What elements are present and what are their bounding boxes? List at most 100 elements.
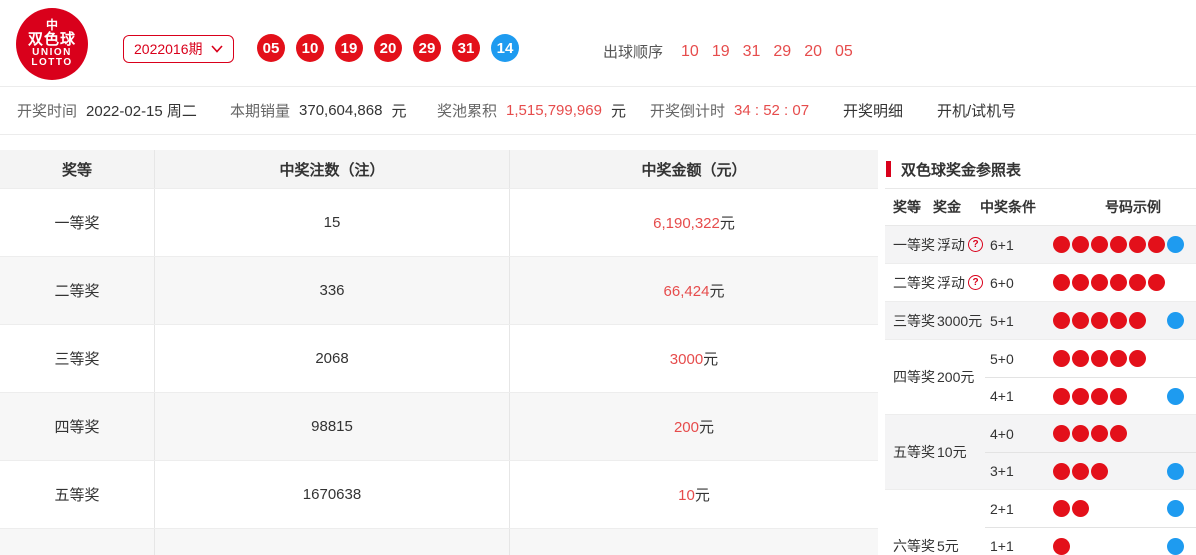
table-row: 四等奖98815200元 (0, 393, 878, 461)
sample-balls (1031, 425, 1196, 442)
blue-ball-sample (1167, 500, 1184, 517)
period-selector[interactable]: 2022016期 (123, 35, 234, 63)
red-ball-sample (1110, 425, 1127, 442)
union-lotto-logo: 中 双色球 UNION LOTTO (16, 8, 88, 80)
red-ball-sample (1072, 236, 1089, 253)
tier-cell: 三等奖 (0, 325, 155, 392)
draw-detail-link[interactable]: 开奖明细 (843, 87, 903, 134)
sales: 本期销量 370,604,868 元 (230, 87, 406, 134)
results-table-body: 一等奖156,190,322元二等奖33666,424元三等奖20683000元… (0, 189, 878, 529)
red-ball-sample (1091, 388, 1108, 405)
machine-test-link[interactable]: 开机/试机号 (937, 87, 1016, 134)
win-condition: 3+1 (985, 463, 1031, 479)
win-condition: 5+1 (985, 313, 1031, 329)
reference-group: 三等奖3000元5+1 (885, 302, 1196, 340)
red-ball: 19 (335, 34, 363, 62)
draw-time: 开奖时间 2022-02-15 周二 (17, 87, 197, 134)
red-ball-sample (1053, 538, 1070, 555)
ref-subrow: 6+0 (985, 264, 1196, 301)
col-header-tier: 奖等 (0, 150, 155, 188)
tier-cell: 一等奖 (0, 189, 155, 256)
red-ball-sample (1091, 425, 1108, 442)
ref-subrow: 5+0 (985, 340, 1196, 377)
amount-cell: 66,424元 (510, 257, 878, 324)
blue-ball-sample (1167, 463, 1184, 480)
ref-tier-label: 一等奖 (885, 235, 937, 255)
reference-group: 一等奖浮动?6+1 (885, 226, 1196, 264)
red-ball-sample (1053, 463, 1070, 480)
sample-balls (1031, 350, 1196, 367)
ref-tier-label: 二等奖 (885, 273, 937, 293)
red-accent-bar (886, 161, 891, 177)
ref-col-condition: 中奖条件 (980, 197, 1070, 217)
red-ball-sample (1129, 312, 1146, 329)
sample-balls (1031, 463, 1196, 480)
ref-subrow: 1+1 (985, 527, 1196, 555)
win-condition: 4+1 (985, 388, 1031, 404)
drawn-balls: 05101920293114 (257, 34, 519, 62)
win-condition: 1+1 (985, 538, 1031, 554)
red-ball-sample (1091, 236, 1108, 253)
table-row: 一等奖156,190,322元 (0, 189, 878, 257)
question-mark-icon[interactable]: ? (968, 275, 983, 290)
sample-balls (1031, 274, 1196, 291)
sample-balls (1031, 236, 1196, 253)
amount-cell: 200元 (510, 393, 878, 460)
ref-tier-label: 三等奖 (885, 311, 937, 331)
ref-subrow: 4+0 (985, 415, 1196, 452)
results-table-header: 奖等 中奖注数（注） 中奖金额（元） (0, 150, 878, 189)
sample-balls (1031, 312, 1196, 329)
ref-subrow: 6+1 (985, 226, 1196, 263)
blue-ball-sample (1167, 538, 1184, 555)
red-ball-sample (1072, 463, 1089, 480)
red-ball-sample (1091, 312, 1108, 329)
red-ball: 31 (452, 34, 480, 62)
ref-prize-label: 5元 (937, 536, 959, 555)
blue-ball-sample (1167, 312, 1184, 329)
reference-group: 五等奖10元4+03+1 (885, 415, 1196, 490)
red-ball-sample (1072, 274, 1089, 291)
red-ball-sample (1072, 350, 1089, 367)
ref-tier-label: 四等奖 (885, 367, 937, 387)
blue-ball-sample (1167, 388, 1184, 405)
win-condition: 5+0 (985, 351, 1031, 367)
win-condition: 6+0 (985, 275, 1031, 291)
draw-order-number: 20 (804, 43, 822, 61)
tier-cell: 二等奖 (0, 257, 155, 324)
red-ball-sample (1148, 236, 1165, 253)
sample-balls (1031, 500, 1196, 517)
red-ball-sample (1110, 388, 1127, 405)
win-condition: 2+1 (985, 501, 1031, 517)
count-cell: 15 (155, 189, 510, 256)
red-ball-sample (1129, 350, 1146, 367)
ref-subrow: 3+1 (985, 452, 1196, 489)
countdown: 开奖倒计时 34 : 52 : 07 (650, 87, 809, 134)
reference-group: 四等奖200元5+04+1 (885, 340, 1196, 415)
red-ball-sample (1072, 425, 1089, 442)
ref-prize-label: 浮动? (937, 235, 983, 255)
period-selector-value: 2022016期 (134, 39, 203, 59)
logo-subtitle-2: LOTTO (31, 58, 72, 69)
win-condition: 4+0 (985, 426, 1031, 442)
ref-subrow: 4+1 (985, 377, 1196, 414)
red-ball-sample (1072, 500, 1089, 517)
win-condition: 6+1 (985, 237, 1031, 253)
table-row: 五等奖167063810元 (0, 461, 878, 529)
draw-order-numbers: 101931292005 (681, 43, 853, 61)
sample-balls (1031, 538, 1196, 555)
info-bar: 开奖时间 2022-02-15 周二 本期销量 370,604,868 元 奖池… (0, 86, 1196, 135)
question-mark-icon[interactable]: ? (968, 237, 983, 252)
ref-prize-label: 浮动? (937, 273, 983, 293)
table-row: 三等奖20683000元 (0, 325, 878, 393)
amount-cell: 6,190,322元 (510, 189, 878, 256)
red-ball-sample (1091, 463, 1108, 480)
amount-cell: 3000元 (510, 325, 878, 392)
table-row-partial (0, 529, 878, 555)
red-ball-sample (1148, 274, 1165, 291)
red-ball: 29 (413, 34, 441, 62)
ref-col-tier: 奖等 (885, 197, 933, 217)
red-ball-sample (1053, 312, 1070, 329)
table-row: 二等奖33666,424元 (0, 257, 878, 325)
red-ball-sample (1053, 425, 1070, 442)
red-ball-sample (1110, 350, 1127, 367)
